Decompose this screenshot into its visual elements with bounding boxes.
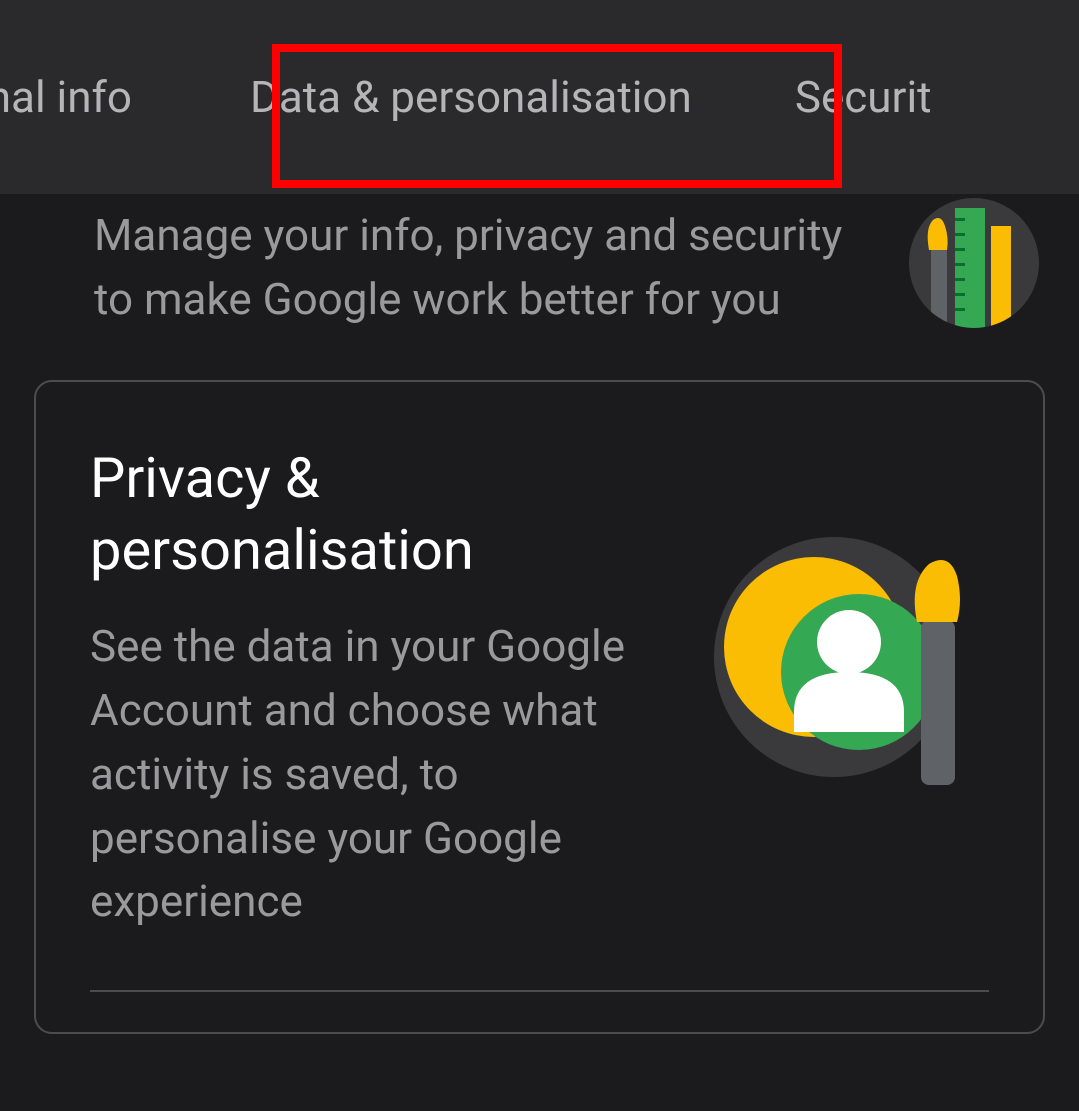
privacy-personalisation-card[interactable]: Privacy & personalisation See the data i… bbox=[34, 380, 1045, 1035]
card-description: See the data in your Google Account and … bbox=[90, 615, 669, 934]
tab-personal-info[interactable]: rsonal info bbox=[0, 59, 156, 135]
tab-security[interactable]: Securit bbox=[771, 59, 956, 135]
intro-text: Manage your info, privacy and security t… bbox=[94, 204, 879, 332]
privacy-illustration-icon bbox=[699, 512, 989, 802]
tab-bar: rsonal info Data & personalisation Secur… bbox=[0, 0, 1079, 194]
tab-data-personalisation[interactable]: Data & personalisation bbox=[226, 59, 716, 135]
card-divider bbox=[90, 990, 989, 992]
tools-icon bbox=[909, 198, 1039, 328]
intro-section: Manage your info, privacy and security t… bbox=[0, 194, 1079, 332]
card-title: Privacy & personalisation bbox=[90, 442, 669, 588]
